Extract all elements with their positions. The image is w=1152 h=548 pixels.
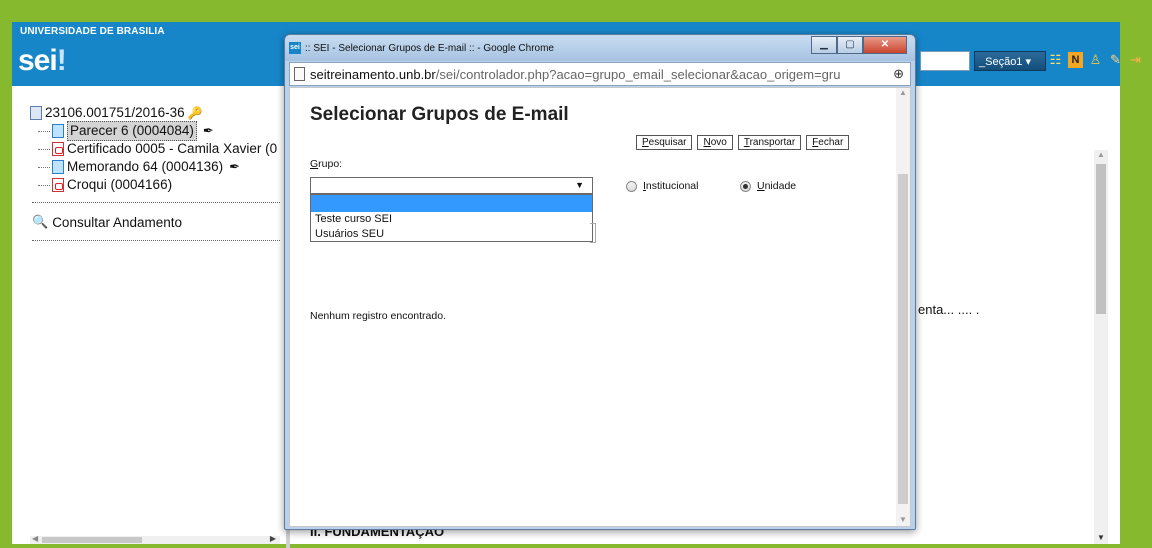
minimize-button[interactable]: ▁ (811, 36, 837, 54)
url-path: /sei/controlador.php?acao=grupo_email_se… (435, 67, 841, 82)
tree-item-label: Croqui (0004166) (67, 177, 173, 192)
label-text: rupo: (318, 158, 343, 170)
action-buttons: Pesquisar Novo Transportar Fechar (636, 135, 850, 150)
frame-right (1120, 0, 1152, 548)
grupo-label: Grupo: (310, 158, 342, 170)
zoom-icon[interactable]: ⊕ (893, 66, 904, 82)
signature-pen-icon: ✒ (229, 159, 241, 174)
grupo-select[interactable]: ▼ (310, 177, 593, 194)
transportar-button[interactable]: Transportar (737, 135, 802, 150)
university-name: UNIVERSIDADE DE BRASILIA (20, 26, 165, 37)
page-title: Selecionar Grupos de E-mail (310, 104, 569, 125)
frame-left (0, 0, 12, 548)
hidden-input-edge (590, 223, 596, 243)
access-key: U (757, 180, 765, 192)
scroll-up-icon[interactable]: ▲ (1097, 150, 1105, 159)
tree-item-certificado[interactable]: Certificado 0005 - Camila Xavier (0 (30, 140, 285, 158)
logo-text: sei (18, 44, 58, 77)
notes-icon[interactable]: N (1068, 52, 1083, 68)
radio-unidade[interactable]: Unidade (740, 180, 796, 192)
document-text-fragment: enta... .... . (918, 302, 980, 317)
maximize-button[interactable]: ▢ (837, 36, 863, 54)
window-title: :: SEI - Selecionar Grupos de E-mail :: … (305, 43, 554, 54)
document-icon (52, 160, 64, 174)
consultar-andamento-link[interactable]: 🔍 Consultar Andamento (32, 214, 182, 230)
button-label: echar (818, 137, 844, 148)
window-controls: ▁ ▢ ✕ (811, 36, 907, 54)
scroll-right-icon[interactable]: ▶ (270, 534, 276, 543)
logo-dot: ! (56, 44, 67, 77)
pdf-icon (52, 142, 64, 156)
popup-content: Selecionar Grupos de E-mail Pesquisar No… (289, 87, 911, 527)
key-icon: 🔑 (187, 106, 203, 120)
scroll-thumb[interactable] (42, 537, 142, 543)
signature-pen-icon: ✒ (202, 123, 214, 138)
exit-icon[interactable]: ⇥ (1128, 52, 1143, 68)
dropdown-option-teste-curso[interactable]: Teste curso SEI (311, 212, 592, 227)
sei-favicon-icon: sei (289, 42, 301, 54)
tree-separator (32, 240, 280, 241)
scroll-thumb[interactable] (898, 174, 908, 504)
button-label: esquisar (648, 137, 687, 148)
sei-logo[interactable]: sei! (18, 44, 67, 78)
grupo-dropdown-list: Teste curso SEI Usuários SEU (310, 194, 593, 242)
scroll-down-icon[interactable]: ▼ (1097, 533, 1105, 542)
scroll-up-icon[interactable]: ▲ (899, 88, 907, 97)
button-label: ovo (710, 137, 727, 148)
radio-institucional[interactable]: Institucional (626, 180, 698, 192)
chevron-down-icon: ▼ (575, 180, 584, 190)
tree-item-label: Parecer 6 (0004084) (67, 121, 197, 141)
access-key: G (310, 158, 319, 170)
address-bar[interactable]: seitreinamento.unb.br/sei/controlador.ph… (289, 62, 911, 86)
pesquisar-button[interactable]: Pesquisar (636, 135, 693, 150)
menu-grid-icon[interactable]: ☷ (1048, 52, 1063, 68)
close-button[interactable]: ✕ (863, 36, 907, 54)
tree-item-label: Certificado 0005 - Camila Xavier (0 (67, 141, 278, 156)
radio-circle[interactable] (740, 180, 751, 192)
button-label: ransportar (749, 137, 796, 148)
process-tree: 23106.001751/2016-36 🔑 Parecer 6 (000408… (30, 104, 285, 194)
header-search-input[interactable] (920, 51, 970, 71)
consultar-label: Consultar Andamento (52, 214, 183, 230)
access-key: P (642, 137, 649, 148)
magnifier-icon: 🔍 (32, 214, 49, 229)
empty-results-message: Nenhum registro encontrado. (310, 310, 446, 322)
scroll-thumb[interactable] (1096, 164, 1106, 314)
radio-label: nstitucional (645, 180, 699, 192)
scroll-down-icon[interactable]: ▼ (899, 515, 907, 524)
tools-icon[interactable]: ✎ (1108, 52, 1123, 68)
tree-item-memorando[interactable]: Memorando 64 (0004136) ✒ (30, 158, 285, 176)
tree-process[interactable]: 23106.001751/2016-36 🔑 (30, 104, 285, 122)
tree-horizontal-scrollbar[interactable]: ◀ ▶ (30, 534, 280, 544)
novo-button[interactable]: Novo (697, 135, 733, 150)
process-icon (30, 106, 42, 120)
frame-top (0, 0, 1152, 22)
tree-item-croqui[interactable]: Croqui (0004166) (30, 176, 285, 194)
pdf-icon (52, 178, 64, 192)
window-title-bar[interactable]: sei :: SEI - Selecionar Grupos de E-mail… (285, 35, 915, 61)
url-text[interactable]: seitreinamento.unb.br/sei/controlador.ph… (310, 67, 884, 82)
fechar-button[interactable]: Fechar (806, 135, 850, 150)
page-icon (294, 67, 305, 81)
radio-circle[interactable] (626, 180, 637, 192)
tree-item-parecer[interactable]: Parecer 6 (0004084) ✒ (30, 121, 285, 141)
popup-vertical-scrollbar[interactable]: ▲ ▼ (896, 88, 910, 526)
url-host: seitreinamento.unb.br (310, 67, 436, 82)
tree-item-label: Memorando 64 (0004136) (67, 159, 224, 174)
dropdown-option-usuarios-seu[interactable]: Usuários SEU (311, 227, 592, 242)
popup-window: sei :: SEI - Selecionar Grupos de E-mail… (284, 34, 916, 530)
process-number: 23106.001751/2016-36 (45, 105, 185, 120)
header-icons: ☷ N ♙ ✎ ⇥ (1048, 52, 1143, 68)
access-key: N (703, 137, 711, 148)
document-icon (52, 124, 64, 138)
radio-label: nidade (764, 180, 797, 192)
tree-separator (32, 202, 280, 203)
scroll-left-icon[interactable]: ◀ (32, 534, 38, 543)
dropdown-option-empty[interactable] (311, 195, 592, 212)
user-icon[interactable]: ♙ (1088, 52, 1103, 68)
secao-select[interactable]: _Seção1 ▾ (974, 51, 1046, 71)
document-vertical-scrollbar[interactable]: ▲ ▼ (1094, 150, 1108, 544)
frame-bottom (0, 544, 1152, 548)
